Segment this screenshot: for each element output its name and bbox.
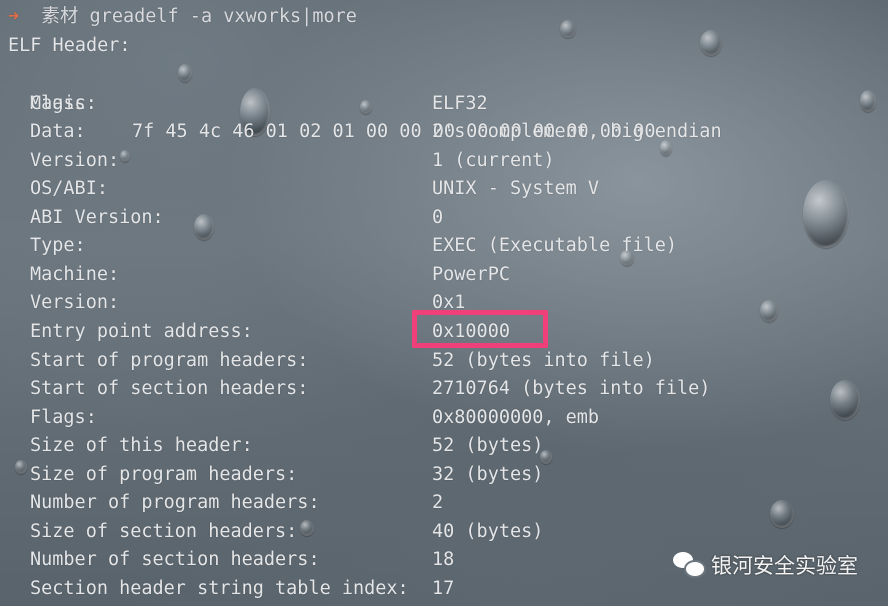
field-value: 17 <box>432 578 455 599</box>
field-value: UNIX - System V <box>432 178 600 199</box>
field-key: Machine: <box>30 264 120 285</box>
field-key: ABI Version: <box>30 207 164 228</box>
field-key: Type: <box>30 235 86 256</box>
field-value: 32 (bytes) <box>432 464 544 485</box>
field-value: ELF32 <box>432 93 488 114</box>
field-value: 0 <box>432 207 444 228</box>
field-key: OS/ABI: <box>30 178 108 199</box>
field-key: Size of program headers: <box>30 464 298 485</box>
elf-header-title: ELF Header: <box>8 35 131 56</box>
field-key: Start of section headers: <box>30 378 309 399</box>
watermark: 银河安全实验室 <box>673 550 858 580</box>
field-value: 0x80000000, emb <box>432 407 600 428</box>
field-key: Entry point address: <box>30 321 253 342</box>
field-value: EXEC (Executable file) <box>432 235 678 256</box>
command-prompt-line: ➜ 素材 greadelf -a vxworks|more <box>8 3 357 31</box>
field-key: Number of section headers: <box>30 549 320 570</box>
command-text: 素材 greadelf -a vxworks|more <box>41 6 357 27</box>
field-value: 2 <box>432 492 444 513</box>
field-value: 52 (bytes) <box>432 435 544 456</box>
terminal-output: ➜ 素材 greadelf -a vxworks|more ELF Header… <box>0 0 888 606</box>
field-value: 40 (bytes) <box>432 521 544 542</box>
field-key: Start of program headers: <box>30 350 309 371</box>
field-key: Size of this header: <box>30 435 253 456</box>
field-value: 2710764 (bytes into file) <box>432 378 711 399</box>
field-key: Number of program headers: <box>30 492 320 513</box>
watermark-text: 银河安全实验室 <box>711 554 858 578</box>
prompt-arrow-icon: ➜ <box>8 6 20 27</box>
field-key: Data: <box>30 121 86 142</box>
field-key: Version: <box>30 292 120 313</box>
field-value: 1 (current) <box>432 150 555 171</box>
field-key: Size of section headers: <box>30 521 298 542</box>
field-value: 2's complement, big endian <box>432 121 722 142</box>
field-key: Section header string table index: <box>30 578 409 599</box>
wechat-icon <box>673 552 706 578</box>
field-value: 18 <box>432 549 455 570</box>
magic-row: Magic: 7f 45 4c 46 01 02 01 00 00 00 00 … <box>0 61 655 143</box>
field-key: Flags: <box>30 407 97 428</box>
field-key: Class: <box>30 93 97 114</box>
field-value: 52 (bytes into file) <box>432 350 655 371</box>
entry-point-highlight-box <box>412 310 548 348</box>
field-key: Version: <box>30 150 120 171</box>
field-value: PowerPC <box>432 264 510 285</box>
